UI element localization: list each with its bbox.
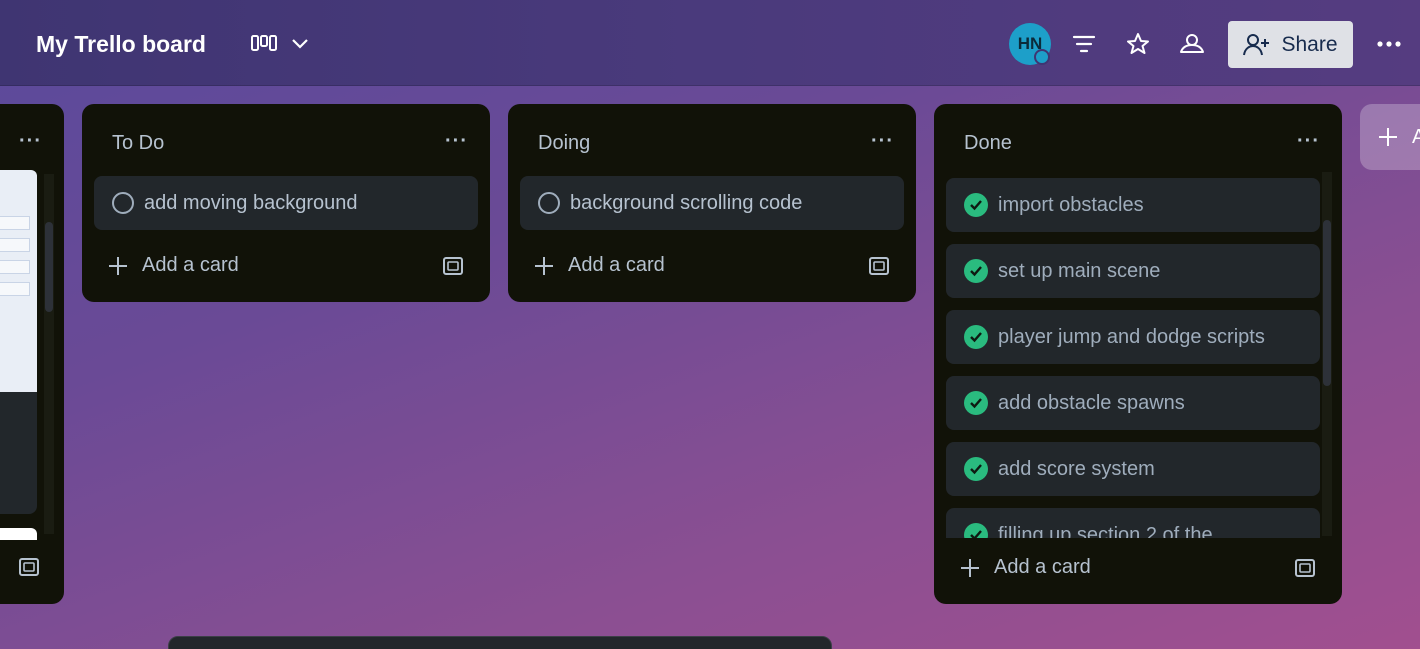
list-title[interactable]: Doing — [538, 132, 590, 155]
check-circle-icon[interactable] — [964, 259, 988, 283]
template-icon[interactable] — [18, 556, 40, 583]
list-scrollbar-thumb[interactable] — [1323, 220, 1331, 386]
plus-icon — [961, 558, 979, 577]
template-icon[interactable] — [868, 255, 890, 282]
template-icon[interactable] — [442, 255, 464, 282]
list-card[interactable]: background scrolling code — [520, 176, 904, 230]
filter-icon[interactable] — [1070, 30, 1098, 58]
list-card[interactable]: filling up section 2 of the — [946, 508, 1320, 538]
board-view-switcher[interactable] — [250, 28, 310, 60]
workspace-visibility-icon[interactable] — [1177, 30, 1207, 58]
add-card-button[interactable]: Add a card — [108, 254, 239, 277]
check-circle-icon[interactable] — [964, 457, 988, 481]
board-header: My Trello board HN Share — [0, 0, 1420, 86]
add-card-label: Add a card — [994, 556, 1091, 578]
list-menu-icon[interactable]: ··· — [871, 130, 894, 153]
list-partial-left: ··· — [0, 104, 64, 604]
plus-icon — [1379, 128, 1397, 146]
chevron-down-icon — [292, 39, 308, 49]
incomplete-circle-icon[interactable] — [112, 192, 134, 214]
add-list-label: A — [1412, 125, 1420, 148]
list-title[interactable]: Done — [964, 132, 1012, 155]
star-icon[interactable] — [1124, 30, 1152, 58]
card-title: add moving background — [144, 191, 358, 214]
add-list-button[interactable]: A — [1360, 104, 1420, 170]
add-member-icon — [1243, 33, 1270, 55]
share-button[interactable]: Share — [1228, 21, 1353, 68]
list-menu-icon[interactable]: ··· — [1297, 130, 1320, 153]
board-switcher-bar[interactable] — [168, 636, 832, 649]
check-circle-icon[interactable] — [964, 391, 988, 415]
list-card[interactable]: player jump and dodge scripts — [946, 310, 1320, 364]
check-circle-icon[interactable] — [964, 193, 988, 217]
card-title: filling up section 2 of the — [998, 523, 1213, 539]
card-title: background scrolling code — [570, 191, 803, 214]
share-label: Share — [1281, 32, 1338, 56]
add-card-button[interactable]: Add a card — [534, 254, 665, 277]
list-title[interactable]: To Do — [112, 132, 164, 155]
add-card-label: Add a card — [142, 254, 239, 276]
list-doing: Doing ··· background scrolling code Add … — [508, 104, 916, 302]
list-card[interactable]: add moving background — [94, 176, 478, 230]
admin-badge-icon — [1034, 49, 1050, 65]
card-cover-image[interactable] — [0, 170, 37, 392]
list-done: Done ··· import obstacles set up main sc… — [934, 104, 1342, 604]
card-body[interactable] — [0, 392, 37, 514]
list-card[interactable]: add obstacle spawns — [946, 376, 1320, 430]
list-card[interactable]: set up main scene — [946, 244, 1320, 298]
card-title: import obstacles — [998, 193, 1144, 216]
board-title[interactable]: My Trello board — [36, 31, 206, 58]
add-card-label: Add a card — [568, 254, 665, 276]
plus-icon — [109, 256, 127, 275]
list-todo: To Do ··· add moving background Add a ca… — [82, 104, 490, 302]
list-card[interactable]: import obstacles — [946, 178, 1320, 232]
card-scroll-area: import obstacles set up main scene playe… — [934, 174, 1320, 538]
card-title: add score system — [998, 457, 1155, 480]
more-icon[interactable] — [1374, 32, 1404, 56]
card-title: add obstacle spawns — [998, 391, 1185, 414]
plus-icon — [535, 256, 553, 275]
card-cover-image[interactable] — [0, 528, 37, 540]
list-menu-icon[interactable]: ··· — [445, 130, 468, 153]
incomplete-circle-icon[interactable] — [538, 192, 560, 214]
list-scrollbar-thumb[interactable] — [45, 222, 53, 312]
list-menu-icon[interactable]: ··· — [19, 130, 42, 153]
check-circle-icon[interactable] — [964, 523, 988, 538]
add-card-button[interactable]: Add a card — [960, 556, 1091, 579]
check-circle-icon[interactable] — [964, 325, 988, 349]
card-title: player jump and dodge scripts — [998, 325, 1265, 348]
card-title: set up main scene — [998, 259, 1161, 282]
template-icon[interactable] — [1294, 557, 1316, 584]
list-card[interactable]: add score system — [946, 442, 1320, 496]
board-view-icon — [251, 35, 277, 51]
